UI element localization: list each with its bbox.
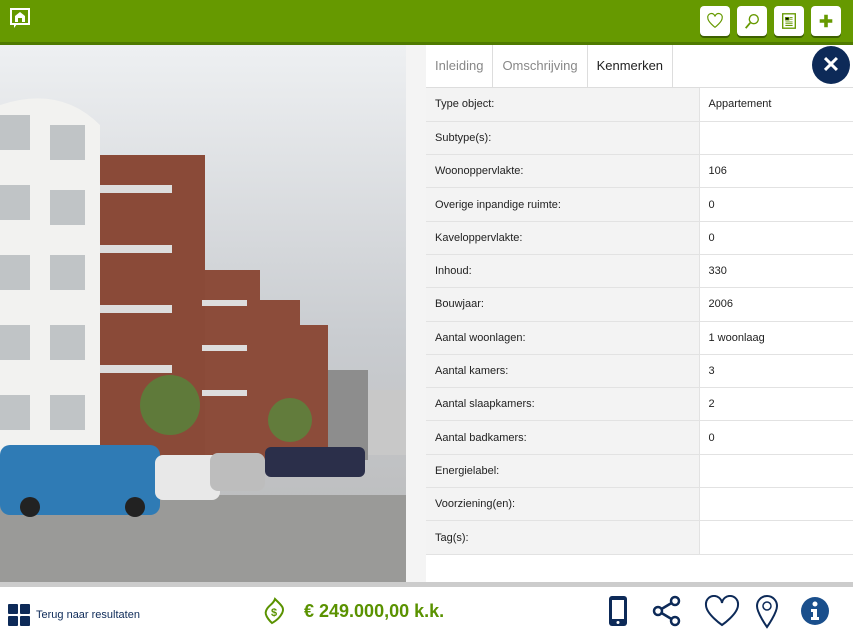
property-photo[interactable] xyxy=(0,45,406,582)
feature-value: 330 xyxy=(699,254,853,289)
svg-text:$: $ xyxy=(271,607,277,619)
table-row: Energielabel: xyxy=(426,454,853,489)
feature-label: Subtype(s): xyxy=(426,121,700,156)
feature-value: 3 xyxy=(699,354,853,389)
table-row: Kaveloppervlakte: 0 xyxy=(426,221,853,255)
footer: Terug naar resultaten $ € 249.000,00 k.k… xyxy=(0,587,853,640)
feature-label: Type object: xyxy=(426,88,700,122)
top-bar xyxy=(0,0,853,45)
divider xyxy=(406,45,426,582)
back-label: Terug naar resultaten xyxy=(36,609,140,621)
feature-value xyxy=(699,121,853,156)
feature-value: 1 woonlaag xyxy=(699,321,853,355)
table-row: Overige inpandige ruimte: 0 xyxy=(426,187,853,222)
feature-value: 0 xyxy=(699,420,853,455)
phone-icon[interactable] xyxy=(608,595,628,627)
tab-inleiding[interactable]: Inleiding xyxy=(426,45,494,87)
heart-icon xyxy=(707,12,723,29)
close-button[interactable]: ✕ xyxy=(812,46,850,84)
table-row: Inhoud: 330 xyxy=(426,254,853,289)
feature-label: Aantal woonlagen: xyxy=(426,321,700,355)
feature-value: Appartement xyxy=(699,88,853,122)
table-row: Aantal slaapkamers: 2 xyxy=(426,387,853,422)
tab-kenmerken[interactable]: Kenmerken xyxy=(588,45,674,87)
brochure-button[interactable] xyxy=(774,6,804,36)
table-row: Subtype(s): xyxy=(426,121,853,156)
table-row: Aantal kamers: 3 xyxy=(426,354,853,389)
features-table: Type object: Appartement Subtype(s): Woonop… xyxy=(426,88,853,555)
table-row: Tag(s): xyxy=(426,520,853,555)
info-icon[interactable] xyxy=(800,595,830,627)
feature-label: Aantal badkamers: xyxy=(426,420,700,455)
map-pin-icon[interactable] xyxy=(755,595,779,629)
back-to-results-link[interactable]: Terug naar resultaten xyxy=(8,604,140,626)
feature-value: 0 xyxy=(699,221,853,255)
feature-label: Aantal kamers: xyxy=(426,354,700,389)
table-row: Aantal badkamers: 0 xyxy=(426,420,853,455)
feature-value xyxy=(699,454,853,489)
plus-icon xyxy=(819,14,833,28)
table-row: Aantal woonlagen: 1 woonlaag xyxy=(426,321,853,355)
price-tag-icon: $ xyxy=(264,597,285,625)
add-button[interactable] xyxy=(811,6,841,36)
feature-value: 2006 xyxy=(699,287,853,322)
feature-value: 2 xyxy=(699,387,853,422)
details-panel: Inleiding Omschrijving Kenmerken Type ob… xyxy=(426,45,853,582)
feature-label: Overige inpandige ruimte: xyxy=(426,187,700,222)
search-button[interactable] xyxy=(737,6,767,36)
feature-label: Tag(s): xyxy=(426,520,700,555)
feature-label: Bouwjaar: xyxy=(426,287,700,322)
tab-omschrijving[interactable]: Omschrijving xyxy=(493,45,588,87)
favorite-button[interactable] xyxy=(700,6,730,36)
feature-value: 0 xyxy=(699,187,853,222)
table-row: Woonoppervlakte: 106 xyxy=(426,154,853,189)
home-logo-icon[interactable] xyxy=(10,8,30,30)
feature-value xyxy=(699,520,853,555)
feature-value: 106 xyxy=(699,154,853,189)
search-icon xyxy=(745,14,759,29)
feature-label: Voorziening(en): xyxy=(426,487,700,522)
tab-bar: Inleiding Omschrijving Kenmerken xyxy=(426,45,853,88)
feature-label: Energielabel: xyxy=(426,454,700,489)
feature-label: Woonoppervlakte: xyxy=(426,154,700,189)
table-row: Type object: Appartement xyxy=(426,88,853,122)
feature-label: Aantal slaapkamers: xyxy=(426,387,700,422)
feature-label: Inhoud: xyxy=(426,254,700,289)
grid-icon xyxy=(8,604,30,626)
share-icon[interactable] xyxy=(652,595,682,627)
document-icon xyxy=(782,13,796,29)
favorite-heart-icon[interactable] xyxy=(704,595,740,627)
table-row: Voorziening(en): xyxy=(426,487,853,522)
price: € 249.000,00 k.k. xyxy=(304,601,445,621)
feature-label: Kaveloppervlakte: xyxy=(426,221,700,255)
feature-value xyxy=(699,487,853,522)
table-row: Bouwjaar: 2006 xyxy=(426,287,853,322)
building-photo-illustration xyxy=(0,98,406,582)
